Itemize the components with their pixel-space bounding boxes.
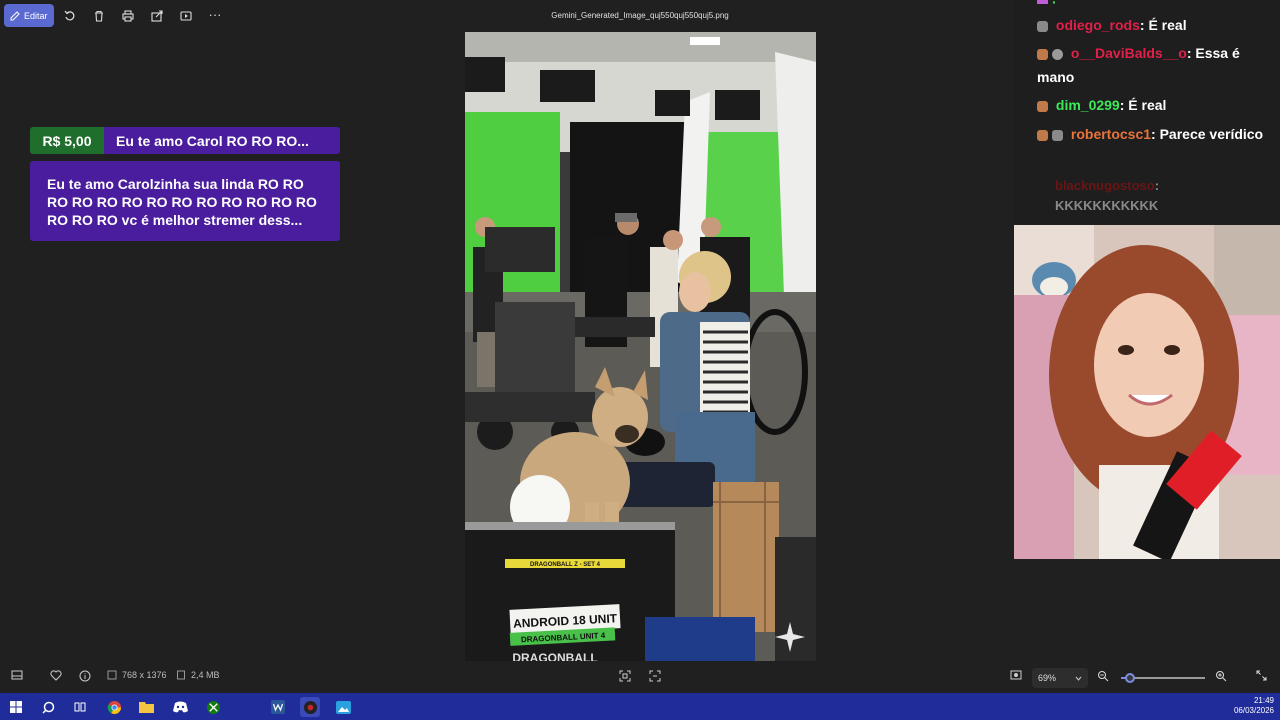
zoom-in-icon[interactable] (1215, 670, 1227, 682)
filesize-info: 2,4 MB (176, 670, 220, 680)
chat-message: robertocsc1: Parece verídico (1037, 122, 1277, 146)
chat-username[interactable]: blacknugostoso (1055, 178, 1155, 193)
clock-time: 21:49 (1253, 696, 1274, 705)
case-bottom-label: DRAGONBALL (512, 651, 597, 661)
filmstrip-icon[interactable] (11, 670, 23, 680)
webcam-feed (1014, 225, 1280, 559)
file-name: Gemini_Generated_Image_quj550quj550quj5.… (551, 11, 729, 20)
slideshow-icon[interactable] (178, 8, 194, 24)
zoom-out-icon[interactable] (1097, 670, 1109, 682)
edit-button-label: Editar (24, 10, 48, 21)
donation-alert-header: R$ 5,00 Eu te amo Carol RO RO RO... (30, 127, 340, 154)
case-strip-label: DRAGONBALL Z - SET 4 (530, 562, 601, 568)
share-icon[interactable] (149, 8, 165, 24)
clock-date: 06/03/2026 (1233, 706, 1274, 715)
windows-start-icon[interactable] (6, 697, 26, 717)
chat-badge-icon (1052, 48, 1063, 60)
more-options-icon[interactable]: ··· (207, 6, 223, 22)
chat-badge-icon (1037, 20, 1048, 32)
info-icon[interactable] (79, 670, 91, 682)
chat-message: dim_0299: É real (1037, 93, 1277, 117)
chat-message: o__DaviBalds__o: Essa é mano (1037, 41, 1277, 89)
status-bar: 768 x 1376 2,4 MB 69% (0, 662, 1280, 693)
image-dimensions: 768 x 1376 (122, 670, 167, 680)
chevron-down-icon (1075, 676, 1082, 681)
system-clock[interactable]: 21:49 06/03/2026 (1234, 696, 1274, 716)
chat-overlay: · odiego_rods: É real o__DaviBalds__o: E… (1014, 0, 1280, 224)
chat-badge-icon (1037, 129, 1048, 141)
chat-username[interactable]: odiego_rods (1056, 17, 1140, 33)
xbox-icon[interactable] (203, 697, 223, 717)
dimensions-info: 768 x 1376 (107, 670, 167, 680)
chat-text: : É real (1119, 97, 1167, 113)
file-icon (177, 670, 185, 680)
discord-icon[interactable] (170, 697, 190, 717)
photos-icon[interactable] (333, 697, 353, 717)
zoom-slider-thumb[interactable] (1125, 673, 1136, 683)
donation-title: Eu te amo Carol RO RO RO... (104, 127, 340, 154)
search-icon[interactable] (38, 697, 58, 717)
edit-icon (10, 10, 20, 20)
favorite-icon[interactable] (50, 670, 62, 681)
donation-message: Eu te amo Carolzinha sua linda RO RO RO … (30, 161, 340, 241)
windows-taskbar: 21:49 06/03/2026 (0, 693, 1280, 720)
fit-screen-icon[interactable] (619, 670, 631, 682)
chat-text: : É real (1139, 17, 1187, 33)
obs-icon[interactable] (300, 697, 320, 717)
print-icon[interactable] (120, 8, 136, 24)
chat-badge-icon (1037, 48, 1048, 60)
file-size: 2,4 MB (191, 670, 220, 680)
word-icon[interactable] (268, 697, 288, 717)
task-view-icon[interactable] (70, 697, 90, 717)
zoom-dropdown[interactable]: 69% (1032, 668, 1088, 688)
chat-username[interactable]: dim_0299 (1056, 97, 1120, 113)
chat-text: : Parece verídico (1151, 126, 1264, 142)
chat-badge-icon (1037, 100, 1048, 112)
dimensions-icon (107, 670, 117, 680)
chrome-icon[interactable] (104, 697, 124, 717)
chat-username[interactable]: o__DaviBalds__o (1071, 45, 1187, 61)
chat-username[interactable]: robertocsc1 (1071, 126, 1151, 142)
rotate-icon[interactable] (62, 8, 78, 24)
crop-icon[interactable] (649, 670, 661, 682)
delete-icon[interactable] (91, 8, 107, 24)
image-viewer-photo: DRAGONBALL Z - SET 4 ANDROID 18 UNIT DRA… (465, 32, 816, 661)
donation-amount: R$ 5,00 (30, 127, 104, 154)
actual-size-icon[interactable] (1010, 670, 1022, 680)
chat-badge-icon (1052, 129, 1063, 141)
chat-message: odiego_rods: É real (1037, 13, 1277, 37)
edit-button[interactable]: Editar (4, 4, 54, 27)
chat-message-faded: blacknugostoso: KKKKKKKKKKK (1055, 176, 1195, 216)
chat-cut-line: · (1037, 0, 1277, 4)
file-explorer-icon[interactable] (136, 697, 156, 717)
zoom-value: 69% (1038, 673, 1057, 683)
fullscreen-icon[interactable] (1256, 670, 1267, 681)
top-toolbar: Editar ··· Gemini_Generated_Image_quj550… (0, 0, 1010, 32)
